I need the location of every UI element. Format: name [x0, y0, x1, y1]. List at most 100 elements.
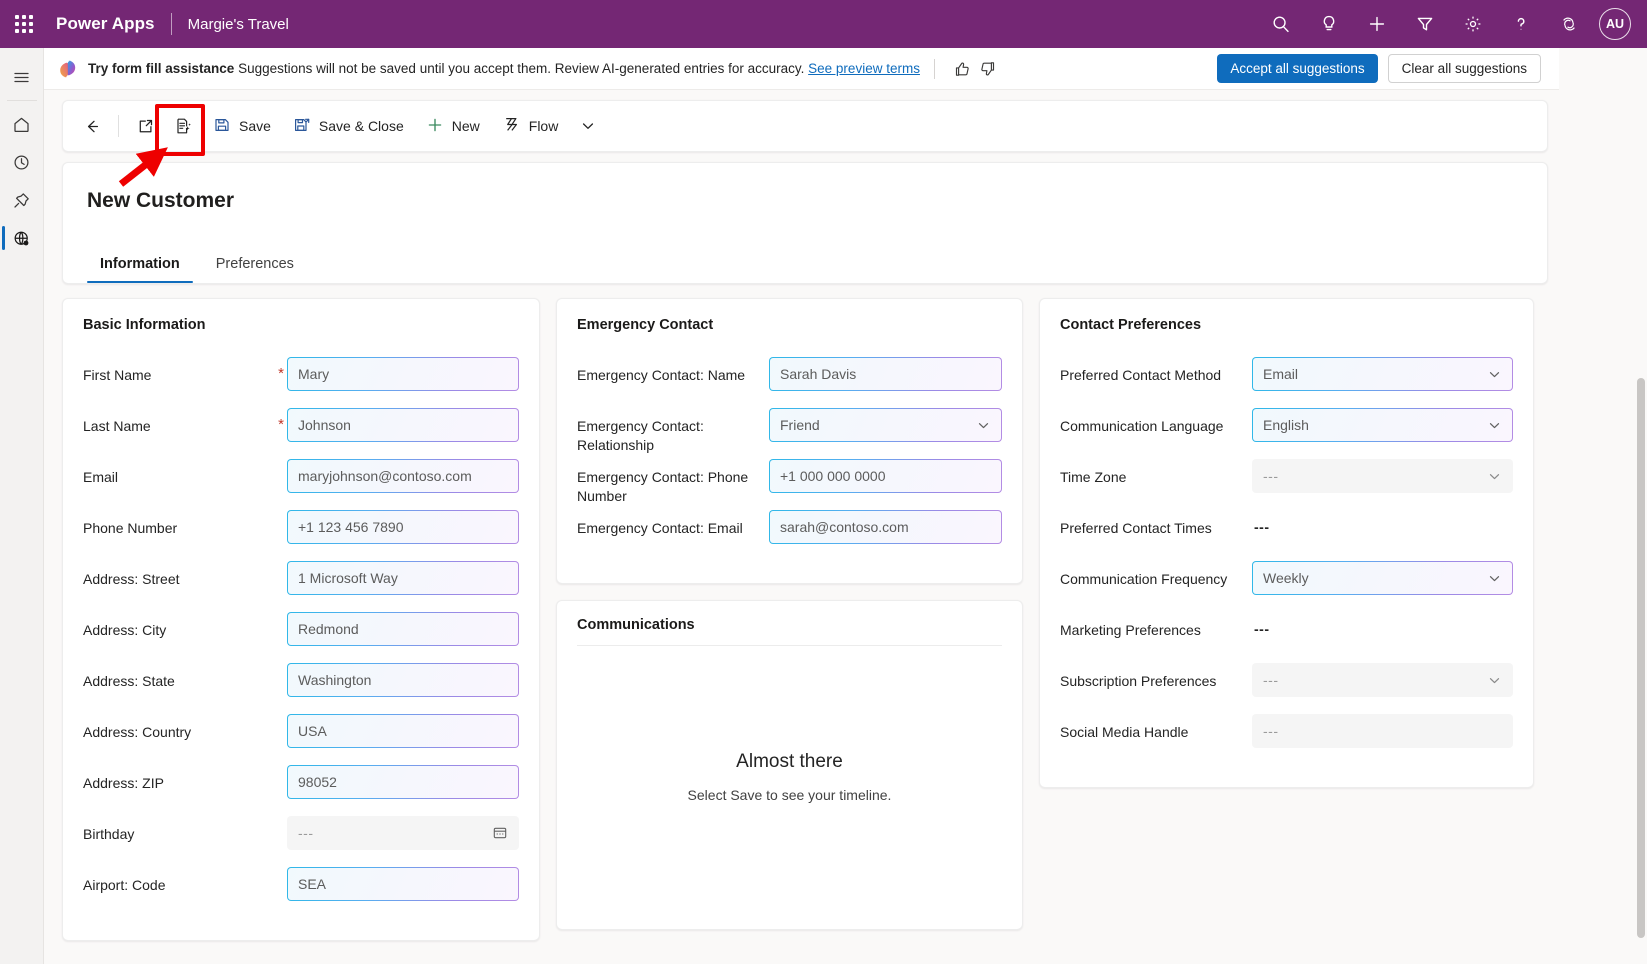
- birthday-input[interactable]: ---: [287, 816, 519, 850]
- thumb-dislike-icon[interactable]: [975, 56, 1001, 82]
- preferred-contact-method-select[interactable]: Email: [1252, 357, 1513, 391]
- column-left: Basic Information First Name * Mary: [62, 298, 540, 941]
- address-street-input[interactable]: 1 Microsoft Way: [287, 561, 519, 595]
- sidebar-item-recent[interactable]: [0, 143, 44, 181]
- emergency-contact-name-input[interactable]: Sarah Davis: [769, 357, 1002, 391]
- address-country-input[interactable]: USA: [287, 714, 519, 748]
- lightbulb-icon[interactable]: [1305, 0, 1353, 48]
- sidebar-item-home[interactable]: [0, 105, 44, 143]
- thumb-like-icon[interactable]: [949, 56, 975, 82]
- brand-title[interactable]: Power Apps: [56, 14, 155, 34]
- save-and-close-button[interactable]: Save & Close: [282, 107, 415, 145]
- basic-information-card: Basic Information First Name * Mary: [62, 298, 540, 941]
- field-phone-number: Phone Number * +1 123 456 7890: [83, 510, 519, 560]
- phone-number-input[interactable]: +1 123 456 7890: [287, 510, 519, 544]
- timeline-empty-subtitle: Select Save to see your timeline.: [557, 787, 1022, 803]
- save-button[interactable]: Save: [202, 107, 282, 145]
- open-in-new-window-icon[interactable]: [126, 107, 164, 145]
- banner-description: Suggestions will not be saved until you …: [238, 61, 804, 76]
- subscription-preferences-select[interactable]: ---: [1252, 663, 1513, 697]
- plus-icon: [426, 116, 444, 137]
- airport-code-input[interactable]: SEA: [287, 867, 519, 901]
- plus-icon[interactable]: [1353, 0, 1401, 48]
- tab-information[interactable]: Information: [87, 246, 193, 283]
- field-label: Emergency Contact: Relationship: [577, 408, 769, 455]
- marketing-preferences-value[interactable]: ---: [1252, 612, 1513, 637]
- address-zip-input[interactable]: 98052: [287, 765, 519, 799]
- first-name-input[interactable]: Mary: [287, 357, 519, 391]
- field-value: Mary: [298, 366, 329, 382]
- column-right: Contact Preferences Preferred Contact Me…: [1039, 298, 1534, 788]
- address-city-input[interactable]: Redmond: [287, 612, 519, 646]
- see-preview-terms-link[interactable]: See preview terms: [808, 61, 920, 76]
- communication-language-select[interactable]: English: [1252, 408, 1513, 442]
- field-label: Email: [83, 459, 275, 487]
- calendar-icon[interactable]: [492, 825, 508, 841]
- new-button-label: New: [452, 118, 480, 134]
- avatar[interactable]: AU: [1599, 8, 1631, 40]
- field-address-city: Address: City * Redmond: [83, 612, 519, 662]
- field-birthday: Birthday * ---: [83, 816, 519, 866]
- communications-title: Communications: [577, 617, 1002, 646]
- field-label: Communication Frequency: [1060, 561, 1252, 589]
- banner-message: Try form fill assistance Suggestions wil…: [88, 61, 920, 76]
- flow-button[interactable]: Flow: [491, 107, 570, 145]
- field-control: Sarah Davis: [769, 357, 1002, 391]
- field-value: Friend: [780, 417, 820, 433]
- save-button-label: Save: [239, 118, 271, 134]
- clear-all-suggestions-button[interactable]: Clear all suggestions: [1388, 54, 1541, 83]
- field-value: Johnson: [298, 417, 351, 433]
- field-label: Time Zone: [1060, 459, 1252, 487]
- filter-icon[interactable]: [1401, 0, 1449, 48]
- gear-icon[interactable]: [1449, 0, 1497, 48]
- social-media-handle-input[interactable]: ---: [1252, 714, 1513, 748]
- help-icon[interactable]: [1497, 0, 1545, 48]
- emergency-contact-email-input[interactable]: sarah@contoso.com: [769, 510, 1002, 544]
- field-control: ---: [1252, 714, 1513, 748]
- field-control: ---: [1252, 510, 1513, 535]
- emergency-contact-relationship-select[interactable]: Friend: [769, 408, 1002, 442]
- field-control: Weekly: [1252, 561, 1513, 595]
- rail-divider: [7, 100, 37, 101]
- form-fill-assistance-button[interactable]: [164, 107, 202, 145]
- accept-all-suggestions-button[interactable]: Accept all suggestions: [1217, 54, 1377, 83]
- back-arrow-icon[interactable]: [73, 107, 111, 145]
- email-input[interactable]: maryjohnson@contoso.com: [287, 459, 519, 493]
- field-address-street: Address: Street * 1 Microsoft Way: [83, 561, 519, 611]
- field-value: sarah@contoso.com: [780, 519, 909, 535]
- command-bar-wrapper: Save Save & Close: [44, 90, 1647, 152]
- field-communication-frequency: Communication Frequency Weekly: [1060, 561, 1513, 611]
- sidebar-item-pinned[interactable]: [0, 181, 44, 219]
- field-last-name: Last Name * Johnson: [83, 408, 519, 458]
- field-label: Emergency Contact: Email: [577, 510, 769, 538]
- app-launcher-icon[interactable]: [0, 0, 48, 48]
- emergency-contact-phone-input[interactable]: +1 000 000 0000: [769, 459, 1002, 493]
- last-name-input[interactable]: Johnson: [287, 408, 519, 442]
- address-state-input[interactable]: Washington: [287, 663, 519, 697]
- save-icon: [213, 116, 231, 137]
- form-tabs: Information Preferences: [87, 246, 307, 283]
- vertical-scrollbar[interactable]: [1637, 378, 1645, 964]
- scrollbar-thumb[interactable]: [1637, 378, 1645, 938]
- field-label: Subscription Preferences: [1060, 663, 1252, 691]
- time-zone-select[interactable]: ---: [1252, 459, 1513, 493]
- chevron-down-icon[interactable]: [569, 107, 607, 145]
- required-marker: *: [275, 561, 287, 586]
- hamburger-menu-icon[interactable]: [0, 58, 44, 96]
- required-marker: *: [275, 357, 287, 382]
- new-button[interactable]: New: [415, 107, 491, 145]
- environment-name[interactable]: Margie's Travel: [188, 16, 289, 33]
- communication-frequency-select[interactable]: Weekly: [1252, 561, 1513, 595]
- preferred-contact-times-value[interactable]: ---: [1252, 510, 1513, 535]
- field-value: 98052: [298, 774, 337, 790]
- field-label: Address: ZIP: [83, 765, 275, 793]
- sidebar-item-customers[interactable]: [0, 219, 44, 257]
- tab-preferences[interactable]: Preferences: [203, 246, 307, 283]
- copilot-icon[interactable]: [1545, 0, 1593, 48]
- field-control: ---: [1252, 459, 1513, 493]
- field-emergency-contact-relationship: Emergency Contact: Relationship Friend: [577, 408, 1002, 458]
- flow-icon: [502, 115, 521, 137]
- required-marker: *: [275, 714, 287, 739]
- search-icon[interactable]: [1257, 0, 1305, 48]
- field-control: ---: [1252, 663, 1513, 697]
